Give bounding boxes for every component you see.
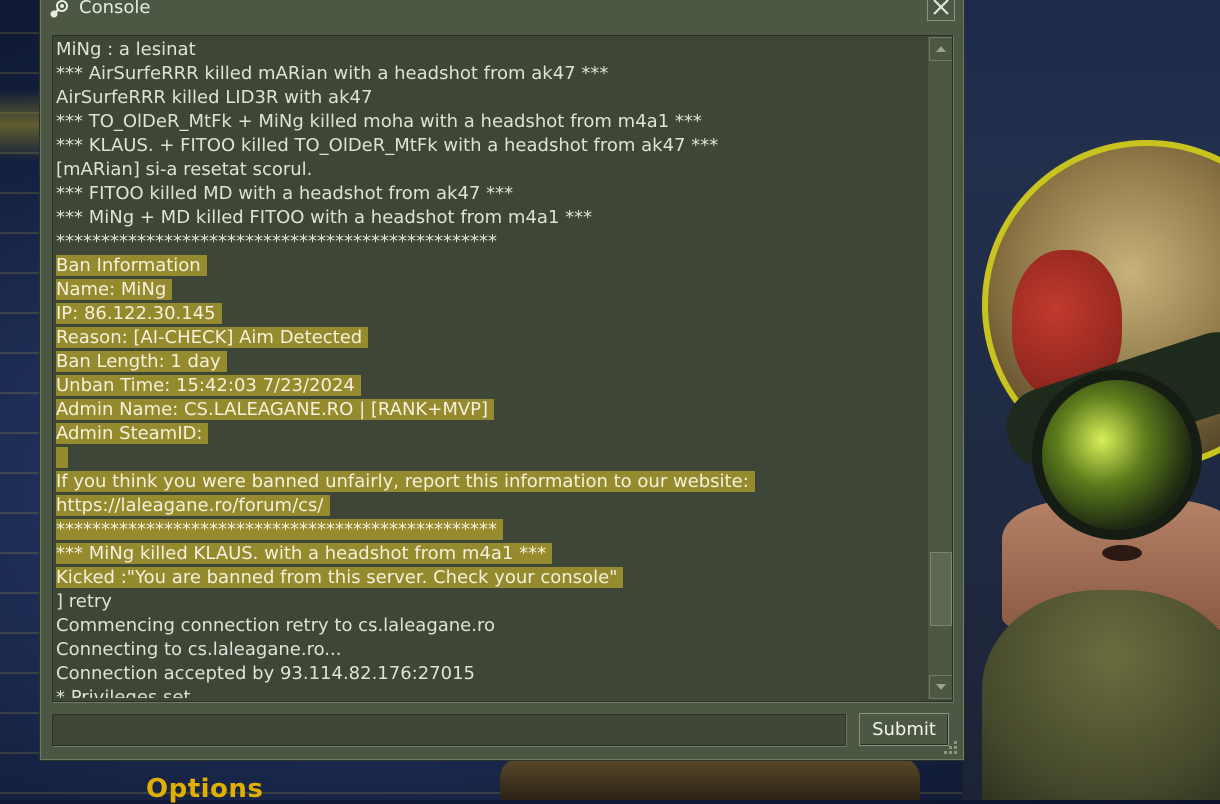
console-line-text: Reason: [AI-CHECK] Aim Detected bbox=[56, 327, 369, 348]
console-line-text: Commencing connection retry to cs.laleag… bbox=[56, 615, 495, 636]
steam-icon bbox=[49, 0, 69, 19]
console-line: MiNg : a lesinat bbox=[56, 38, 926, 62]
console-lines: MiNg : a lesinat *** AirSurfeRRR killed m… bbox=[56, 38, 926, 698]
console-line-text: *** AirSurfeRRR killed mARian with a hea… bbox=[56, 63, 609, 84]
console-line: Admin Name: CS.LALEAGANE.RO | [RANK+MVP] bbox=[56, 398, 926, 422]
scroll-up-button[interactable] bbox=[929, 37, 952, 61]
console-line-text: Name: MiNg bbox=[56, 279, 173, 300]
close-icon bbox=[933, 0, 949, 15]
console-line: Ban Length: 1 day bbox=[56, 350, 926, 374]
console-output[interactable]: MiNg : a lesinat *** AirSurfeRRR killed m… bbox=[52, 35, 953, 702]
console-line-text: Unban Time: 15:42:03 7/23/2024 bbox=[56, 375, 361, 396]
scroll-down-button[interactable] bbox=[929, 675, 952, 699]
console-line-text: ****************************************… bbox=[56, 519, 503, 540]
console-line-text: ] retry bbox=[56, 591, 112, 612]
console-line: Ban Information bbox=[56, 254, 926, 278]
console-line-text: [mARian] si-a resetat scorul. bbox=[56, 159, 313, 180]
scroll-up-arrow-icon bbox=[936, 46, 946, 52]
console-line: * Privileges set bbox=[56, 686, 926, 698]
console-line-text: Connecting to cs.laleagane.ro... bbox=[56, 639, 342, 660]
console-line: Connection accepted by 93.114.82.176:270… bbox=[56, 662, 926, 686]
console-line: Admin SteamID: bbox=[56, 422, 926, 446]
console-line: https://laleagane.ro/forum/cs/ bbox=[56, 494, 926, 518]
console-line: *** MiNg + MD killed FITOO with a headsh… bbox=[56, 206, 926, 230]
console-line-text: *** MiNg + MD killed FITOO with a headsh… bbox=[56, 207, 593, 228]
close-button[interactable] bbox=[927, 0, 955, 21]
console-line: Kicked :"You are banned from this server… bbox=[56, 566, 926, 590]
console-command-input[interactable] bbox=[52, 714, 846, 746]
console-line: If you think you were banned unfairly, r… bbox=[56, 470, 926, 494]
scrollbar-thumb[interactable] bbox=[930, 552, 952, 626]
console-line-text: Ban Length: 1 day bbox=[56, 351, 227, 372]
console-line: Connecting to cs.laleagane.ro... bbox=[56, 638, 926, 662]
console-line-text: Admin Name: CS.LALEAGANE.RO | [RANK+MVP] bbox=[56, 399, 495, 420]
titlebar[interactable]: Console bbox=[41, 0, 963, 21]
console-line-text: Kicked :"You are banned from this server… bbox=[56, 567, 624, 588]
console-line: *** AirSurfeRRR killed mARian with a hea… bbox=[56, 62, 926, 86]
console-line: AirSurfeRRR killed LID3R with ak47 bbox=[56, 86, 926, 110]
console-line: Unban Time: 15:42:03 7/23/2024 bbox=[56, 374, 926, 398]
scroll-down-arrow-icon bbox=[936, 684, 946, 690]
console-line-text: *** TO_OlDeR_MtFk + MiNg killed moha wit… bbox=[56, 111, 702, 132]
console-line: Commencing connection retry to cs.laleag… bbox=[56, 614, 926, 638]
console-line-text: MiNg : a lesinat bbox=[56, 39, 196, 60]
console-window: Console MiNg : a lesinat *** AirSurfeRRR … bbox=[40, 0, 964, 760]
console-line-text: ****************************************… bbox=[56, 231, 497, 252]
console-line-text: https://laleagane.ro/forum/cs/ bbox=[56, 495, 330, 516]
console-line-text bbox=[56, 447, 68, 468]
console-line-text: *** KLAUS. + FITOO killed TO_OlDeR_MtFk … bbox=[56, 135, 719, 156]
goggle-lens bbox=[1032, 370, 1202, 540]
console-line-text: *** MiNg killed KLAUS. with a headshot f… bbox=[56, 543, 553, 564]
console-line: [mARian] si-a resetat scorul. bbox=[56, 158, 926, 182]
resize-grip-icon[interactable] bbox=[939, 739, 959, 757]
console-line-text: If you think you were banned unfairly, r… bbox=[56, 471, 755, 492]
glove-artwork bbox=[500, 758, 920, 800]
console-line-text: AirSurfeRRR killed LID3R with ak47 bbox=[56, 87, 373, 108]
window-title: Console bbox=[79, 0, 151, 18]
console-line-text: Ban Information bbox=[56, 255, 207, 276]
console-line: ] retry bbox=[56, 590, 926, 614]
soldier-artwork bbox=[962, 0, 1220, 800]
console-line-text: * Privileges set bbox=[56, 687, 191, 698]
console-line: *** MiNg killed KLAUS. with a headshot f… bbox=[56, 542, 926, 566]
vertical-scrollbar[interactable] bbox=[927, 37, 952, 699]
console-line-text: IP: 86.122.30.145 bbox=[56, 303, 222, 324]
soldier-eye bbox=[1102, 545, 1142, 561]
console-line: ****************************************… bbox=[56, 518, 926, 542]
console-line: Name: MiNg bbox=[56, 278, 926, 302]
console-line: IP: 86.122.30.145 bbox=[56, 302, 926, 326]
console-line: *** KLAUS. + FITOO killed TO_OlDeR_MtFk … bbox=[56, 134, 926, 158]
console-line-text: Admin SteamID: bbox=[56, 423, 209, 444]
submit-button[interactable]: Submit bbox=[859, 713, 949, 746]
console-line-text: Connection accepted by 93.114.82.176:270… bbox=[56, 663, 475, 684]
console-line-text: *** FITOO killed MD with a headshot from… bbox=[56, 183, 514, 204]
console-line: *** TO_OlDeR_MtFk + MiNg killed moha wit… bbox=[56, 110, 926, 134]
console-line: Reason: [AI-CHECK] Aim Detected bbox=[56, 326, 926, 350]
console-line bbox=[56, 446, 926, 470]
face-mask bbox=[982, 590, 1220, 800]
console-line: *** FITOO killed MD with a headshot from… bbox=[56, 182, 926, 206]
console-line: ****************************************… bbox=[56, 230, 926, 254]
